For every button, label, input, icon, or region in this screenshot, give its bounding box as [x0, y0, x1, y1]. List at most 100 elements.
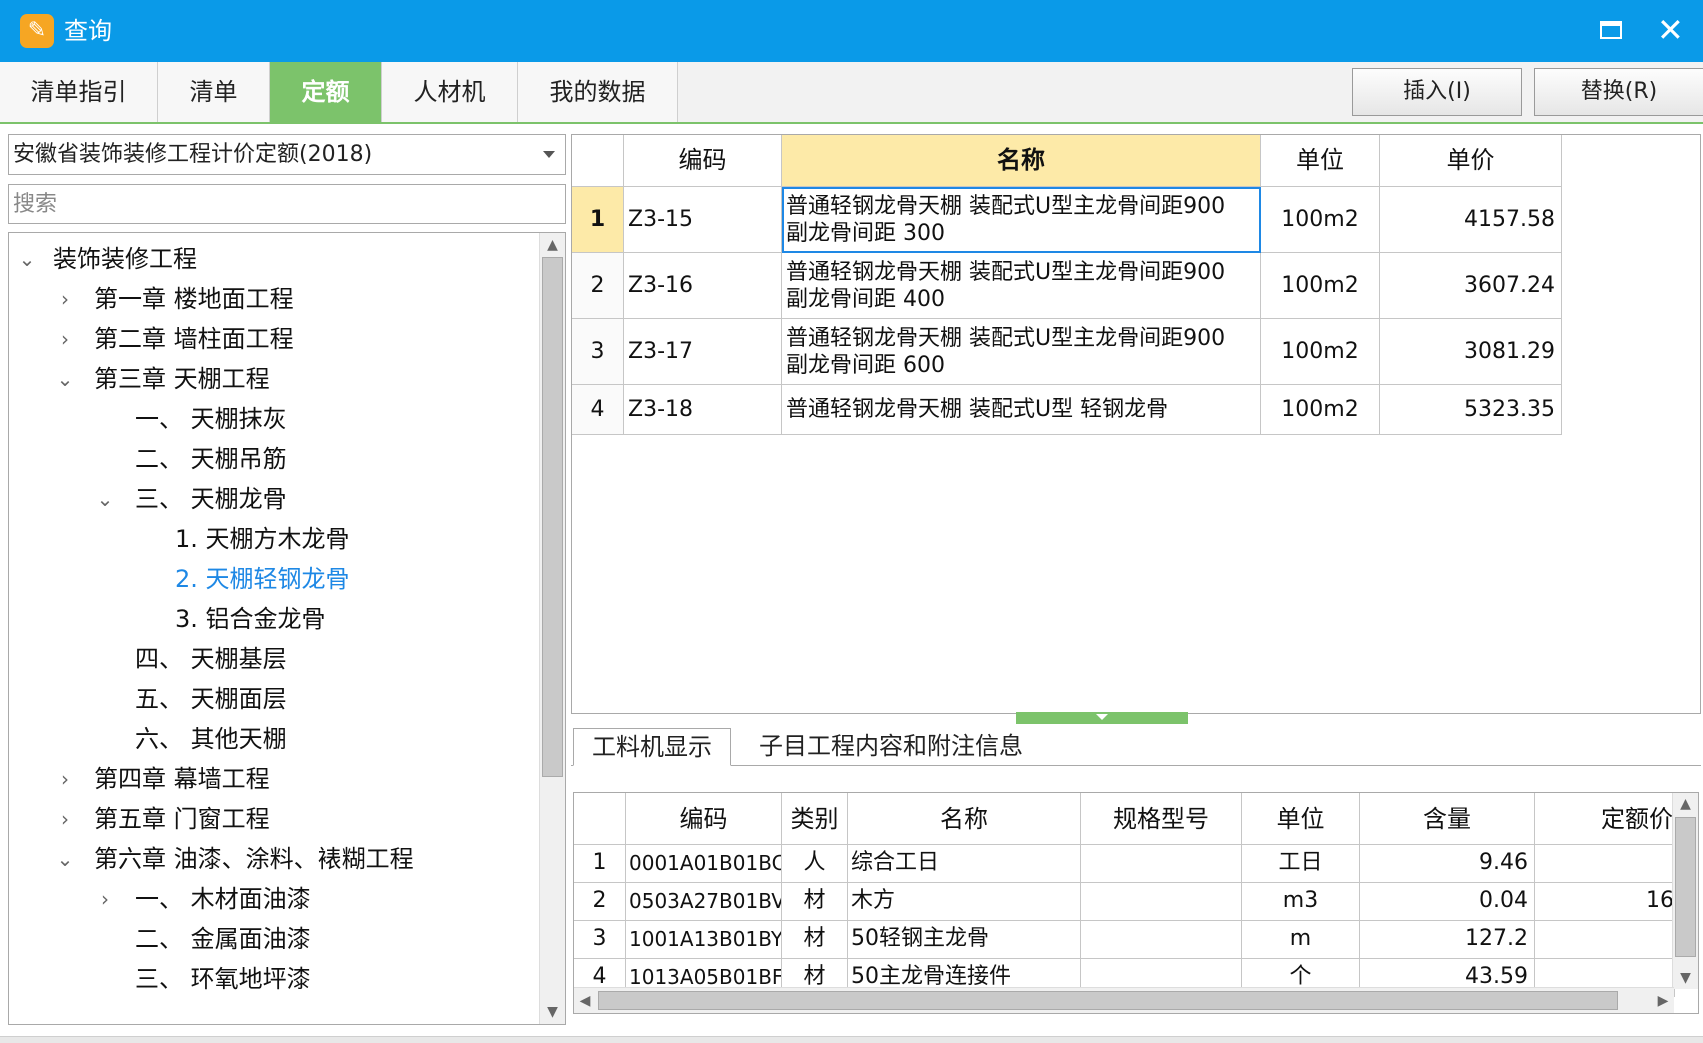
- resource-spec[interactable]: [1081, 921, 1242, 959]
- quota-unit[interactable]: 100m2: [1261, 385, 1380, 435]
- quota-code[interactable]: Z3-15: [624, 187, 782, 253]
- row-number[interactable]: 4: [572, 385, 624, 435]
- close-icon[interactable]: ✕: [1657, 12, 1684, 48]
- tree-node[interactable]: ⌄ 装饰装修工程: [9, 239, 539, 279]
- column-header-type[interactable]: 类别: [782, 793, 848, 845]
- column-header-qty[interactable]: 含量: [1360, 793, 1535, 845]
- tree-node[interactable]: 三、 环氧地坪漆: [9, 959, 539, 999]
- quota-unit[interactable]: 100m2: [1261, 319, 1380, 385]
- resource-price[interactable]: [1535, 921, 1675, 959]
- resource-qty[interactable]: 9.46: [1360, 845, 1535, 883]
- quota-price[interactable]: 3607.24: [1380, 253, 1562, 319]
- row-number[interactable]: 2: [572, 253, 624, 319]
- tree-node[interactable]: › 第五章 门窗工程: [9, 799, 539, 839]
- resource-qty[interactable]: 0.04: [1360, 883, 1535, 921]
- quota-price[interactable]: 5323.35: [1380, 385, 1562, 435]
- resource-code[interactable]: 0001A01B01BC: [626, 845, 782, 883]
- row-number[interactable]: 1: [574, 845, 626, 883]
- tree-node[interactable]: › 第四章 幕墙工程: [9, 759, 539, 799]
- resource-spec[interactable]: [1081, 845, 1242, 883]
- quota-library-select[interactable]: 安徽省装饰装修工程计价定额(2018): [8, 134, 566, 175]
- column-header-name[interactable]: 名称: [848, 793, 1081, 845]
- quota-code[interactable]: Z3-18: [624, 385, 782, 435]
- insert-button[interactable]: 插入(I): [1352, 68, 1522, 116]
- row-number[interactable]: 3: [574, 921, 626, 959]
- tree-node[interactable]: ⌄ 第三章 天棚工程: [9, 359, 539, 399]
- chevron-down-icon[interactable]: ⌄: [17, 239, 37, 279]
- row-number[interactable]: 3: [572, 319, 624, 385]
- column-header-quota-price[interactable]: 定额价: [1535, 793, 1675, 845]
- scrollbar-thumb[interactable]: [1675, 817, 1696, 957]
- tab-my-data[interactable]: 我的数据: [518, 62, 678, 122]
- resource-qty[interactable]: 127.2: [1360, 921, 1535, 959]
- search-input[interactable]: [8, 184, 566, 224]
- row-number[interactable]: 2: [574, 883, 626, 921]
- quota-price[interactable]: 4157.58: [1380, 187, 1562, 253]
- quota-name[interactable]: 普通轻钢龙骨天棚 装配式U型主龙骨间距900 副龙骨间距 600: [782, 319, 1261, 385]
- maximize-icon[interactable]: [1600, 21, 1622, 39]
- column-header-code[interactable]: 编码: [626, 793, 782, 845]
- resource-horizontal-scrollbar[interactable]: ◀ ▶: [574, 987, 1674, 1013]
- tree-node-selected[interactable]: 2. 天棚轻钢龙骨: [9, 559, 539, 599]
- column-header-unit[interactable]: 单位: [1261, 135, 1380, 187]
- quota-name[interactable]: 普通轻钢龙骨天棚 装配式U型 轻钢龙骨: [782, 385, 1261, 435]
- quota-code[interactable]: Z3-17: [624, 319, 782, 385]
- resource-code[interactable]: 0503A27B01BV: [626, 883, 782, 921]
- quota-name[interactable]: 普通轻钢龙骨天棚 装配式U型主龙骨间距900 副龙骨间距 400: [782, 253, 1261, 319]
- resource-price[interactable]: [1535, 845, 1675, 883]
- column-header-name[interactable]: 名称: [782, 135, 1261, 187]
- column-header-unit[interactable]: 单位: [1242, 793, 1360, 845]
- scroll-left-icon[interactable]: ◀: [574, 988, 596, 1013]
- tab-quota[interactable]: 定额: [270, 62, 382, 122]
- replace-button[interactable]: 替换(R): [1534, 68, 1703, 116]
- chevron-down-icon[interactable]: ⌄: [55, 839, 75, 879]
- chevron-right-icon[interactable]: ›: [55, 759, 75, 799]
- scroll-up-icon[interactable]: ▲: [540, 233, 565, 257]
- tree-node[interactable]: 五、 天棚面层: [9, 679, 539, 719]
- resource-price[interactable]: 16: [1535, 883, 1675, 921]
- tree-node[interactable]: ⌄ 三、 天棚龙骨: [9, 479, 539, 519]
- row-number[interactable]: 1: [572, 187, 624, 253]
- resource-type[interactable]: 材: [782, 883, 848, 921]
- scroll-down-icon[interactable]: ▼: [1673, 967, 1698, 989]
- quota-unit[interactable]: 100m2: [1261, 253, 1380, 319]
- tree-node[interactable]: › 一、 木材面油漆: [9, 879, 539, 919]
- column-header-price[interactable]: 单价: [1380, 135, 1562, 187]
- tab-list[interactable]: 清单: [158, 62, 270, 122]
- resource-code[interactable]: 1001A13B01BY: [626, 921, 782, 959]
- tab-material-display[interactable]: 工料机显示: [573, 728, 731, 766]
- tree-node[interactable]: 二、 金属面油漆: [9, 919, 539, 959]
- resource-type[interactable]: 材: [782, 921, 848, 959]
- tree-node[interactable]: ⌄ 第六章 油漆、涂料、裱糊工程: [9, 839, 539, 879]
- resource-name[interactable]: 木方: [848, 883, 1081, 921]
- tree-node[interactable]: 1. 天棚方木龙骨: [9, 519, 539, 559]
- resource-type[interactable]: 人: [782, 845, 848, 883]
- tree-node[interactable]: 六、 其他天棚: [9, 719, 539, 759]
- chevron-down-icon[interactable]: ⌄: [95, 479, 115, 519]
- chevron-right-icon[interactable]: ›: [55, 799, 75, 839]
- column-header-spec[interactable]: 规格型号: [1081, 793, 1242, 845]
- resource-unit[interactable]: 工日: [1242, 845, 1360, 883]
- column-header-code[interactable]: 编码: [624, 135, 782, 187]
- tab-content-and-notes[interactable]: 子目工程内容和附注信息: [741, 728, 1041, 766]
- tab-labor-material-machine[interactable]: 人材机: [382, 62, 518, 122]
- quota-price[interactable]: 3081.29: [1380, 319, 1562, 385]
- chevron-right-icon[interactable]: ›: [95, 879, 115, 919]
- scroll-right-icon[interactable]: ▶: [1652, 988, 1674, 1013]
- tree-scrollbar[interactable]: ▲ ▼: [539, 233, 565, 1024]
- quota-code[interactable]: Z3-16: [624, 253, 782, 319]
- tree-node[interactable]: 3. 铝合金龙骨: [9, 599, 539, 639]
- resource-unit[interactable]: m: [1242, 921, 1360, 959]
- resource-name[interactable]: 50轻钢主龙骨: [848, 921, 1081, 959]
- chevron-right-icon[interactable]: ›: [55, 319, 75, 359]
- scrollbar-thumb[interactable]: [598, 991, 1618, 1010]
- tab-list-guide[interactable]: 清单指引: [0, 62, 158, 122]
- tree-node[interactable]: › 第一章 楼地面工程: [9, 279, 539, 319]
- chevron-down-icon[interactable]: ⌄: [55, 359, 75, 399]
- tree-node[interactable]: 一、 天棚抹灰: [9, 399, 539, 439]
- resource-unit[interactable]: m3: [1242, 883, 1360, 921]
- scroll-up-icon[interactable]: ▲: [1673, 793, 1698, 815]
- resource-spec[interactable]: [1081, 883, 1242, 921]
- scrollbar-thumb[interactable]: [542, 257, 563, 777]
- resource-name[interactable]: 综合工日: [848, 845, 1081, 883]
